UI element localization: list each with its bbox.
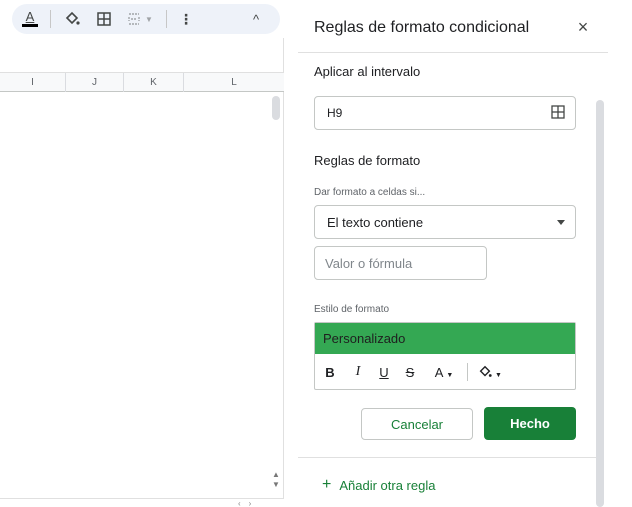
caret-down-icon <box>557 220 565 225</box>
column-headers: I J K L <box>0 72 284 92</box>
chevron-up-icon: ^ <box>252 11 260 27</box>
conditional-format-panel: Reglas de formato condicional × Aplicar … <box>298 0 608 507</box>
column-header-j[interactable]: J <box>66 73 124 92</box>
column-header-i[interactable]: I <box>0 73 66 92</box>
format-toolbar: B I U S A ▼ ▼ <box>315 355 575 389</box>
column-header-k[interactable]: K <box>124 73 184 92</box>
borders-button[interactable] <box>92 8 116 30</box>
chevron-down-icon: ▼ <box>145 14 153 24</box>
panel-title: Reglas de formato condicional <box>314 19 530 36</box>
toolbar: A ▼ ⋮ ^ <box>0 0 284 38</box>
text-color-icon: A <box>22 10 38 27</box>
vertical-scrollbar-thumb[interactable] <box>272 96 280 120</box>
vertical-scroll-arrows[interactable]: ▲ ▼ <box>270 470 282 490</box>
plus-icon: + <box>322 476 332 493</box>
apply-range-label: Aplicar al intervalo <box>314 64 421 79</box>
panel-divider <box>298 457 596 458</box>
select-range-icon[interactable] <box>551 105 565 119</box>
toolbar-separator <box>50 10 51 28</box>
paint-bucket-icon <box>65 11 80 25</box>
chevron-down-icon: ▼ <box>446 371 454 379</box>
value-or-formula-input[interactable] <box>314 246 487 280</box>
format-style-label: Estilo de formato <box>314 304 390 315</box>
style-preview-button[interactable]: Personalizado <box>315 323 575 354</box>
format-rules-label: Reglas de formato <box>314 153 421 168</box>
add-another-rule-button[interactable]: + Añadir otra regla <box>322 477 435 493</box>
format-style-box: Personalizado B I U S A ▼ ▼ <box>314 322 576 390</box>
range-field[interactable]: H9 <box>314 96 576 130</box>
more-vert-icon: ⋮ <box>179 10 193 27</box>
strikethrough-button[interactable]: S <box>401 363 419 381</box>
italic-button[interactable]: I <box>349 363 367 381</box>
bold-button[interactable]: B <box>321 363 339 381</box>
add-rule-label: Añadir otra regla <box>339 477 436 493</box>
underline-button[interactable]: U <box>375 363 393 381</box>
toolbar-separator <box>166 10 167 28</box>
done-button[interactable]: Hecho <box>484 407 576 440</box>
collapse-toolbar-button[interactable]: ^ <box>244 8 268 30</box>
condition-label: Dar formato a celdas si... <box>314 187 426 198</box>
paint-bucket-icon <box>479 365 492 377</box>
chevron-down-icon: ▼ <box>495 371 502 379</box>
condition-value: El texto contiene <box>327 214 424 230</box>
more-options-button[interactable]: ⋮ <box>176 8 196 30</box>
panel-scrollbar[interactable] <box>596 100 604 507</box>
spreadsheet-area: A ▼ ⋮ ^ I J K L ▲ ▼ ‹› <box>0 0 284 507</box>
column-header-l[interactable]: L <box>184 73 284 92</box>
merge-cells-button[interactable]: ▼ <box>122 8 158 30</box>
cancel-button[interactable]: Cancelar <box>361 408 473 440</box>
merge-cells-icon <box>128 13 140 25</box>
fill-color-dropdown[interactable]: ▼ <box>475 363 505 381</box>
fill-color-button[interactable] <box>60 8 84 30</box>
condition-select[interactable]: El texto contiene <box>314 205 576 239</box>
close-icon[interactable]: × <box>574 18 592 36</box>
format-toolbar-separator <box>467 363 468 381</box>
text-color-icon: A <box>434 364 444 380</box>
borders-icon <box>97 12 111 26</box>
text-color-dropdown[interactable]: A ▼ <box>427 363 461 381</box>
panel-divider <box>298 52 608 53</box>
horizontal-scroll-arrows[interactable]: ‹› <box>238 499 259 507</box>
range-value: H9 <box>327 106 343 120</box>
text-color-button[interactable]: A <box>18 8 42 30</box>
